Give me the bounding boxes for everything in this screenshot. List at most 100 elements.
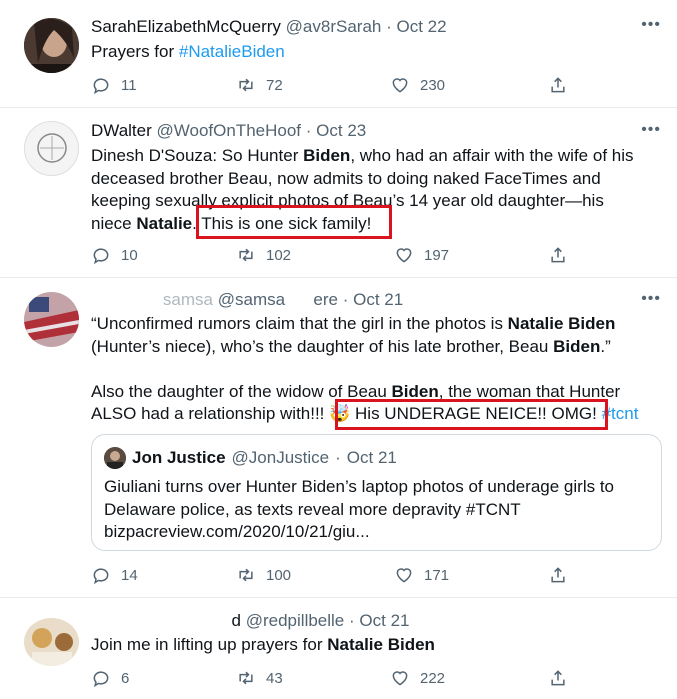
tweet-text-segment: Also the daughter of the widow of Beau <box>91 381 392 401</box>
action-bar: 6 43 222 <box>91 668 571 688</box>
more-options-icon[interactable]: ••• <box>641 290 661 308</box>
tweet-text-segment: (Hunter’s niece), who’s the daughter of … <box>91 336 554 356</box>
tweet-text-segment: .” <box>600 336 611 356</box>
quoted-text-line: Delaware police, as texts reveal more de… <box>104 499 521 519</box>
tweet-3[interactable]: samsa @samsa ere · Oct 21 ••• “Unconfirm… <box>0 278 677 598</box>
timestamp[interactable]: Oct 22 <box>397 17 447 36</box>
separator-dot: · <box>335 448 341 467</box>
hashtag-link[interactable]: #NatalieBiden <box>179 42 285 61</box>
reply-icon <box>93 568 109 585</box>
tweet-text-segment: ALSO had a relationship with!!! <box>91 404 330 423</box>
separator-dot: · <box>349 611 355 630</box>
like-count: 222 <box>420 669 446 687</box>
reply-icon <box>93 78 109 95</box>
highlighted-term: Biden <box>391 381 439 401</box>
retweet-count: 100 <box>266 566 292 584</box>
quoted-link[interactable]: bizpacreview.com/2020/10/21/giu... <box>104 521 654 544</box>
retweet-icon <box>239 671 253 685</box>
reply-icon <box>93 248 109 265</box>
retweet-icon <box>239 248 253 262</box>
share-button[interactable] <box>548 75 568 95</box>
reply-button[interactable]: 11 <box>91 75 137 95</box>
author-name[interactable]: d <box>91 611 241 631</box>
author-name[interactable]: samsa <box>91 290 213 310</box>
action-bar: 10 102 197 <box>91 245 571 265</box>
tweet-text-segment: “Unconfirmed rumors claim that the girl … <box>91 314 508 333</box>
like-count: 171 <box>424 566 450 584</box>
avatar[interactable] <box>24 292 79 347</box>
share-button[interactable] <box>548 245 568 265</box>
tweet-text: Prayers for #NatalieBiden <box>91 41 661 64</box>
retweet-count: 72 <box>266 76 283 94</box>
tweet-text-segment: Dinesh D'Souza: So Hunter <box>91 146 304 165</box>
tweet-text-segment: , who had an affair with the wife of his <box>350 146 634 165</box>
tweet-text-line: deceased brother Beau, now admits to doi… <box>91 168 601 188</box>
separator-dot: · <box>386 17 392 36</box>
share-icon <box>551 77 565 93</box>
retweet-button[interactable]: 100 <box>236 565 291 585</box>
heart-icon <box>392 671 408 686</box>
timestamp[interactable]: Oct 21 <box>353 290 403 309</box>
retweet-button[interactable]: 43 <box>236 668 283 688</box>
reply-button[interactable]: 10 <box>91 245 138 265</box>
tweet-text-segment: , the woman that Hunter <box>438 381 621 401</box>
author-handle[interactable]: @samsa ere <box>218 290 338 309</box>
highlighted-term: Natalie <box>136 213 193 233</box>
separator-dot: · <box>305 121 312 140</box>
like-button[interactable]: 230 <box>390 75 445 95</box>
tweet-text-plain: Prayers for <box>91 42 179 61</box>
author-name[interactable]: DWalter <box>91 121 152 140</box>
tweet-4[interactable]: d @redpillbelle · Oct 21 Join me in lift… <box>0 598 677 699</box>
quoted-timestamp[interactable]: Oct 21 <box>347 448 397 468</box>
reply-button[interactable]: 6 <box>91 668 129 688</box>
retweet-icon <box>239 78 253 92</box>
author-handle[interactable]: @redpillbelle <box>246 611 345 630</box>
reply-button[interactable]: 14 <box>91 565 138 585</box>
author-handle[interactable]: @av8rSarah <box>286 17 382 36</box>
share-button[interactable] <box>548 668 568 688</box>
like-button[interactable]: 222 <box>390 668 445 688</box>
tweet-2[interactable]: DWalter @WoofOnTheHoof · Oct 23 ••• Dine… <box>0 108 677 278</box>
highlighted-term: Natalie Biden <box>507 314 616 333</box>
like-button[interactable]: 197 <box>394 245 449 265</box>
like-count: 197 <box>424 246 450 264</box>
heart-icon <box>396 248 412 263</box>
more-options-icon[interactable]: ••• <box>641 16 661 34</box>
highlighted-term: Natalie Biden <box>327 635 435 654</box>
timestamp[interactable]: Oct 21 <box>359 611 409 630</box>
retweet-button[interactable]: 102 <box>236 245 291 265</box>
reply-count: 11 <box>121 76 137 94</box>
retweet-count: 102 <box>266 246 292 264</box>
action-bar: 11 72 230 <box>91 75 571 95</box>
author-name-text: samsa <box>162 290 213 309</box>
reply-count: 6 <box>121 669 130 687</box>
reply-count: 14 <box>121 566 138 584</box>
quoted-tweet-text: Giuliani turns over Hunter Biden’s lapto… <box>104 476 654 544</box>
avatar[interactable] <box>24 18 79 73</box>
quoted-avatar[interactable] <box>104 447 126 469</box>
author-name-text: d <box>231 611 241 630</box>
quoted-text-line: Giuliani turns over Hunter Biden’s lapto… <box>104 477 614 496</box>
tweet-text-plain: Join me in lifting up prayers for <box>91 635 328 654</box>
retweet-count: 43 <box>266 669 283 687</box>
avatar[interactable] <box>24 121 79 176</box>
like-button[interactable]: 171 <box>394 565 449 585</box>
share-icon <box>551 567 565 583</box>
share-button[interactable] <box>548 565 568 585</box>
author-name[interactable]: SarahElizabethMcQuerry <box>91 17 281 36</box>
share-icon <box>551 670 565 686</box>
author-handle[interactable]: @WoofOnTheHoof <box>157 121 302 140</box>
avatar[interactable] <box>24 618 79 666</box>
heart-icon <box>396 568 412 583</box>
timestamp[interactable]: Oct 23 <box>316 121 366 140</box>
share-icon <box>551 247 565 263</box>
quoted-author-name[interactable]: Jon Justice <box>132 448 226 468</box>
tweet-1[interactable]: SarahElizabethMcQuerry @av8rSarah · Oct … <box>0 0 677 108</box>
quoted-author-handle[interactable]: @JonJustice <box>232 448 330 468</box>
tweet-text: Join me in lifting up prayers for Natali… <box>91 634 661 657</box>
annotation-highlight-box <box>335 399 608 430</box>
like-count: 230 <box>420 76 446 94</box>
quoted-tweet[interactable]: Jon Justice @JonJustice · Oct 21 Giulian… <box>91 434 662 551</box>
more-options-icon[interactable]: ••• <box>641 121 661 139</box>
retweet-button[interactable]: 72 <box>236 75 283 95</box>
